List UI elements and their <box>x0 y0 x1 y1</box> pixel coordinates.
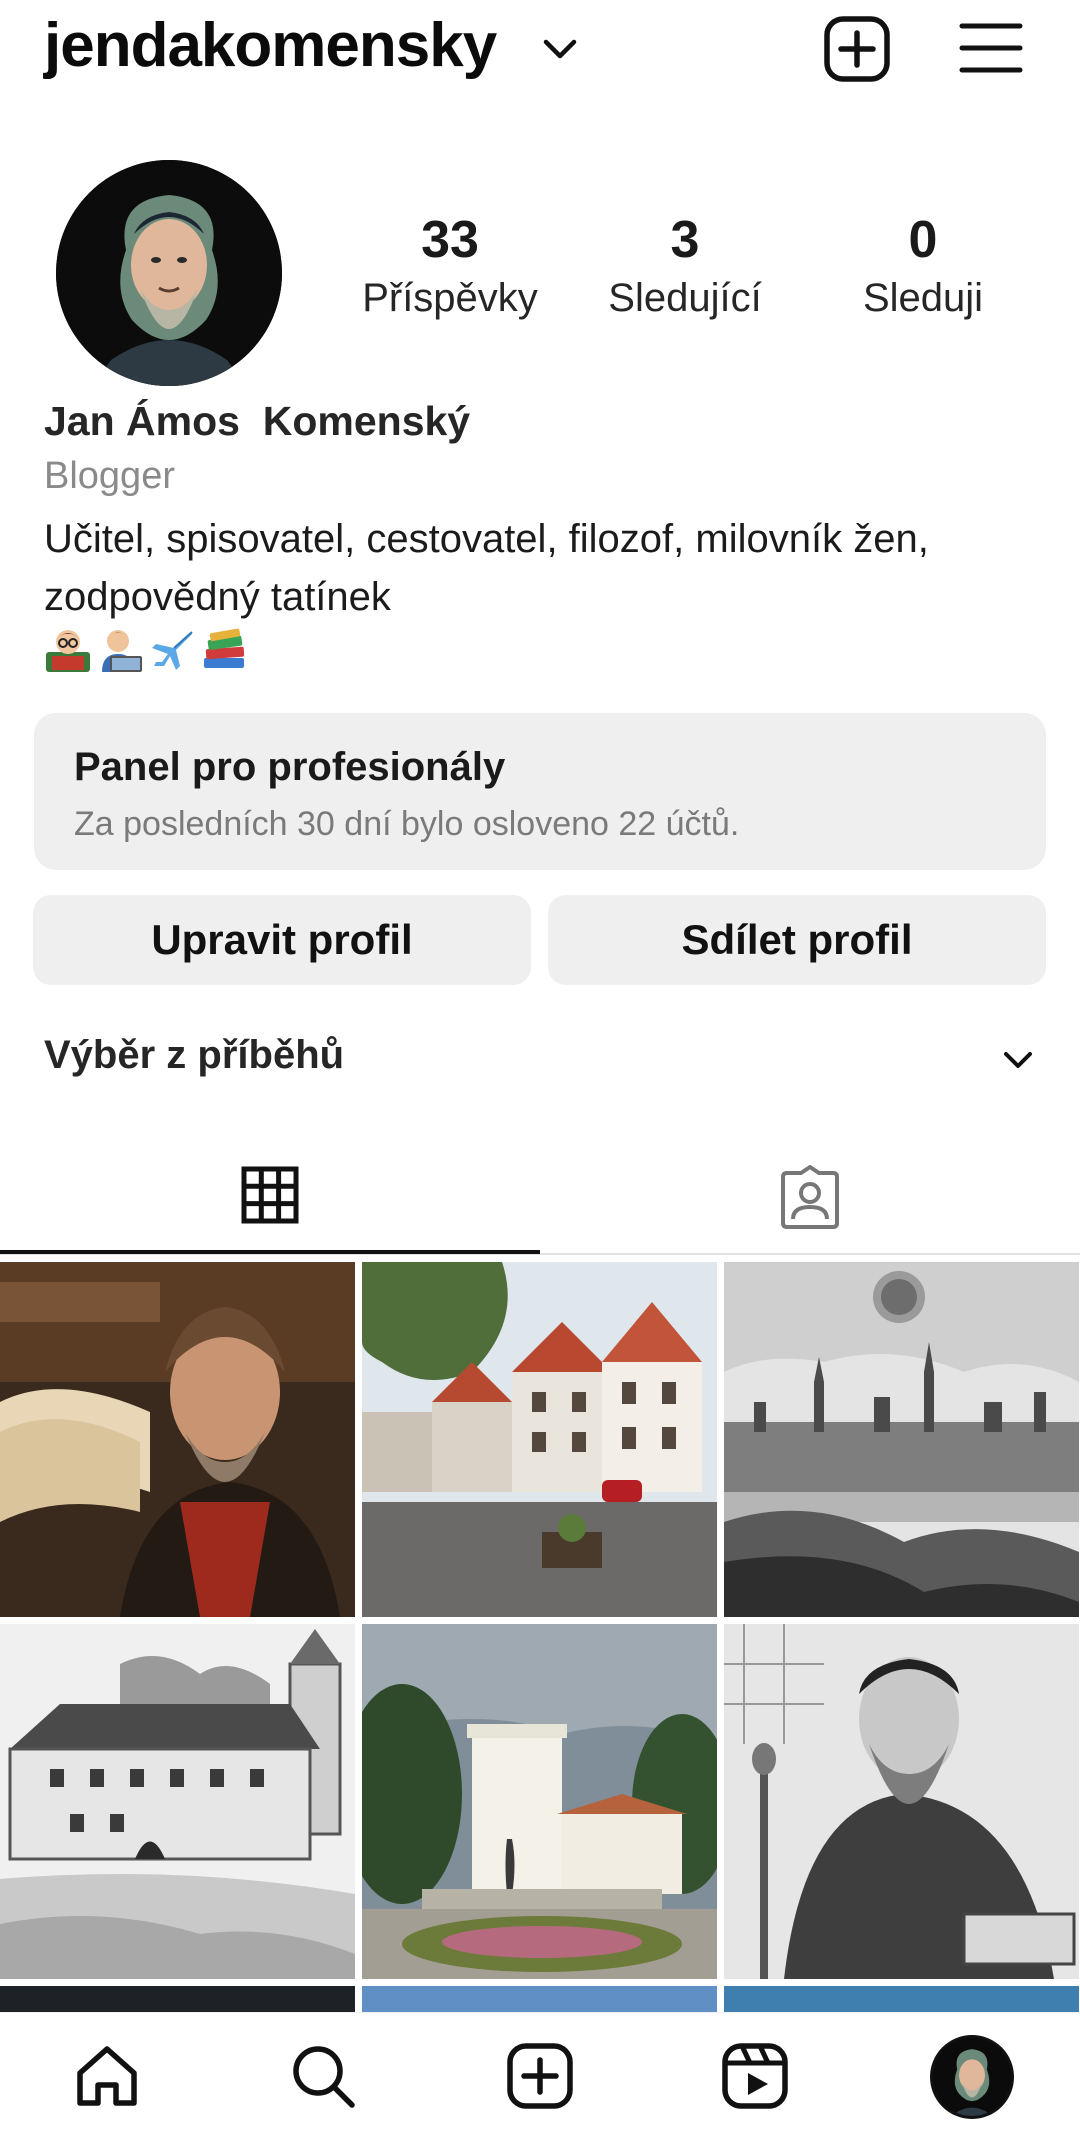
following-label: Sleduji <box>862 276 984 320</box>
bottom-navigation <box>0 2012 1080 2135</box>
tagged-person-icon <box>781 1164 839 1229</box>
post-thumbnail[interactable] <box>362 1624 717 1979</box>
followers-count: 3 <box>670 211 700 269</box>
post-image-partial <box>362 1986 717 2012</box>
highlights-title: Výběr z příběhů <box>44 1033 345 1077</box>
post-image-partial <box>0 1986 355 2012</box>
hamburger-menu-icon[interactable] <box>958 18 1024 78</box>
post-thumbnail[interactable] <box>362 1986 717 2012</box>
home-icon[interactable] <box>72 2041 142 2111</box>
portrait-illustration <box>56 160 282 386</box>
posts-grid <box>0 1262 1080 2012</box>
dashboard-subtitle: Za posledních 30 dní bylo osloveno 22 úč… <box>74 805 740 843</box>
avatar-thumbnail <box>933 2038 1011 2116</box>
post-thumbnail[interactable] <box>0 1986 355 2012</box>
full-name: Jan Ámos Komenský <box>44 398 471 444</box>
share-profile-button[interactable]: Sdílet profil <box>548 895 1046 985</box>
stat-followers[interactable]: 3 Sledující <box>565 210 805 321</box>
profile-category: Blogger <box>44 455 175 497</box>
post-image-town-street <box>362 1262 717 1617</box>
post-image-portrait-books <box>0 1262 355 1617</box>
professional-dashboard[interactable]: Panel pro profesionály Za posledních 30 … <box>34 713 1046 870</box>
reels-icon[interactable] <box>720 2041 790 2111</box>
post-image-manor-drawing <box>0 1624 355 1979</box>
post-image-white-tower <box>362 1624 717 1979</box>
plus-square-icon[interactable] <box>822 14 892 84</box>
profile-avatar[interactable] <box>930 2035 1014 2119</box>
search-icon[interactable] <box>288 2041 358 2111</box>
tab-tagged[interactable] <box>540 1140 1080 1255</box>
books-emoji <box>204 628 245 668</box>
post-image-stockholm-engraving <box>724 1262 1079 1617</box>
edit-profile-button[interactable]: Upravit profil <box>33 895 531 985</box>
followers-label: Sledující <box>608 276 762 320</box>
post-thumbnail[interactable] <box>724 1624 1079 1979</box>
plus-square-icon[interactable] <box>505 2041 575 2111</box>
posts-label: Příspěvky <box>362 276 538 320</box>
post-image-partial <box>724 1986 1079 2012</box>
post-thumbnail[interactable] <box>724 1986 1079 2012</box>
stat-following[interactable]: 0 Sleduji <box>803 210 1043 321</box>
airplane-emoji <box>152 631 193 670</box>
post-image-portrait-engraving <box>724 1624 1079 1979</box>
technologist-emoji <box>102 630 142 672</box>
tab-posts-grid[interactable] <box>0 1140 540 1254</box>
post-thumbnail[interactable] <box>0 1262 355 1617</box>
bio-emojis <box>44 626 248 676</box>
username[interactable]: jendakomensky <box>44 10 497 81</box>
profile-tabs <box>0 1140 1080 1255</box>
post-thumbnail[interactable] <box>362 1262 717 1617</box>
profile-picture[interactable] <box>56 160 282 386</box>
profile-header: jendakomensky <box>0 0 1080 110</box>
stat-posts[interactable]: 33 Příspěvky <box>330 210 570 321</box>
chevron-down-icon[interactable] <box>1000 1045 1036 1075</box>
dashboard-title: Panel pro profesionály <box>74 745 506 789</box>
posts-count: 33 <box>421 211 479 269</box>
bio-text: Učitel, spisovatel, cestovatel, filozof,… <box>44 517 929 619</box>
post-thumbnail[interactable] <box>724 1262 1079 1617</box>
post-thumbnail[interactable] <box>0 1624 355 1979</box>
following-count: 0 <box>908 211 938 269</box>
teacher-emoji <box>46 630 90 672</box>
chevron-down-icon[interactable] <box>540 32 580 66</box>
grid-icon <box>241 1166 299 1224</box>
story-highlights-section[interactable]: Výběr z příběhů <box>0 1025 1080 1095</box>
